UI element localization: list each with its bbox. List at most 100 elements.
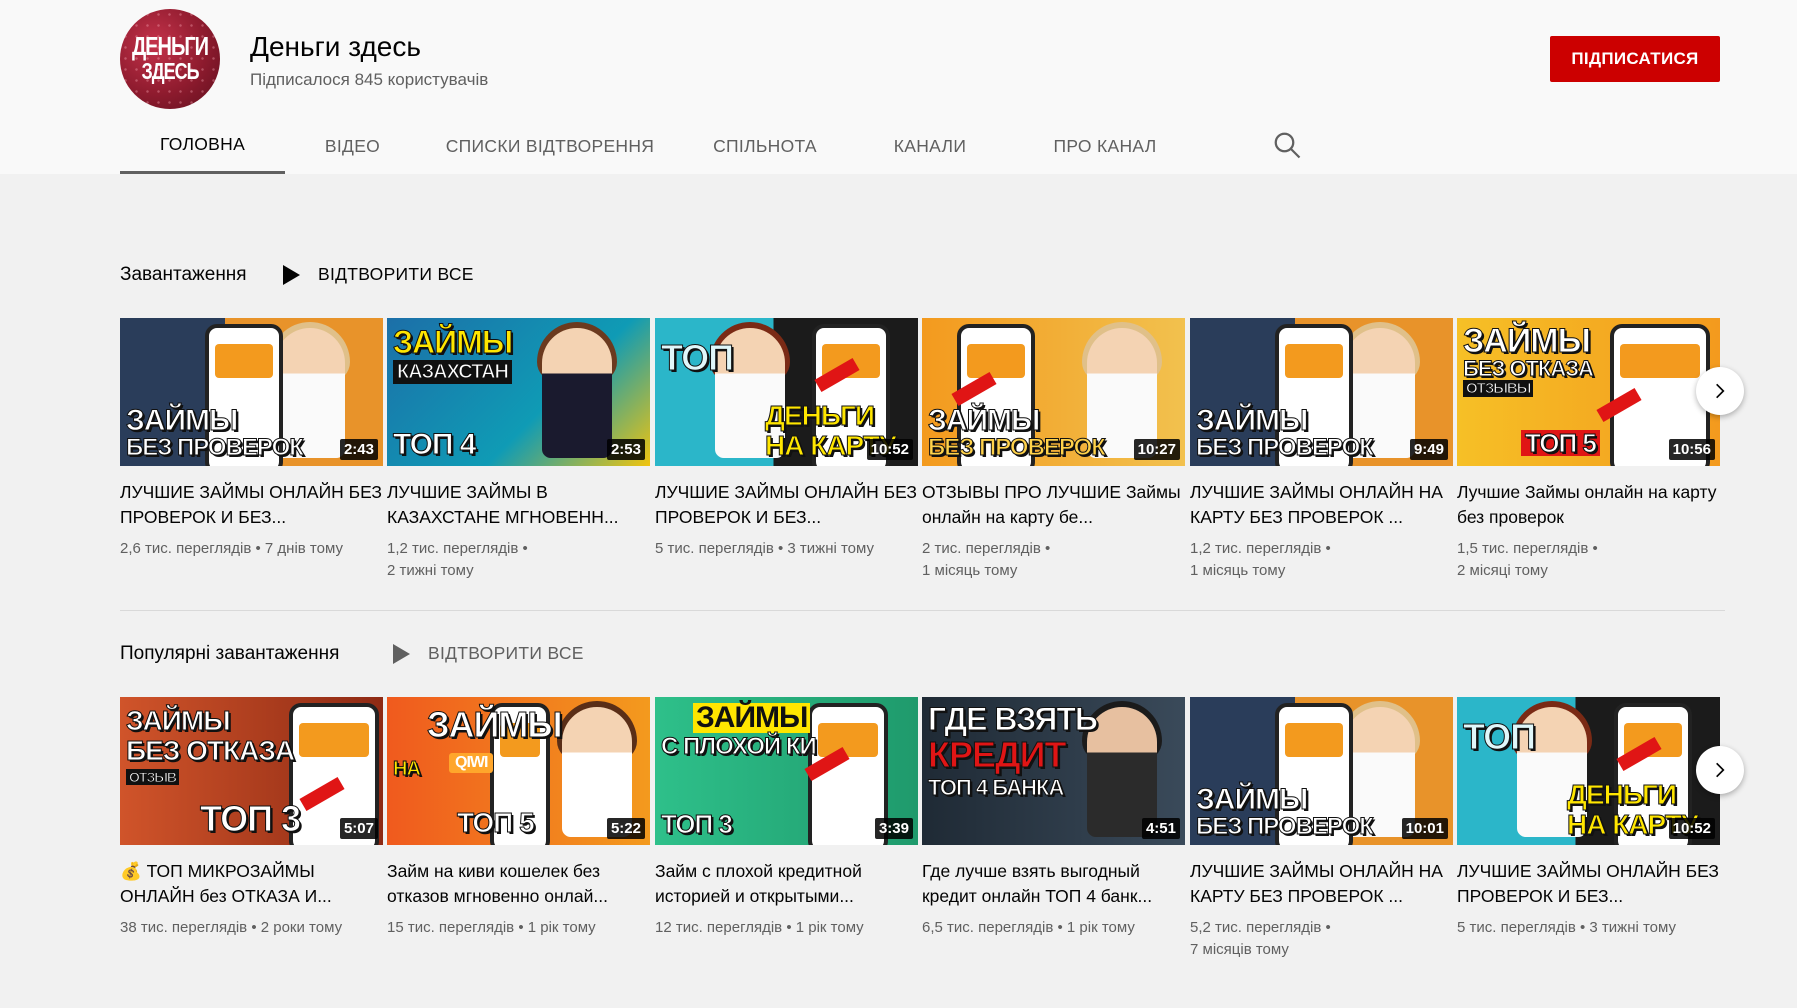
video-title[interactable]: 💰 ТОП МИКРОЗАЙМЫ ОНЛАЙН без ОТКАЗА И...: [120, 859, 383, 909]
video-duration: 3:39: [874, 818, 913, 839]
video-title[interactable]: Где лучше взять выгодный кредит онлайн Т…: [922, 859, 1185, 909]
tab-about[interactable]: ПРО КАНАЛ: [1010, 118, 1200, 174]
video-card[interactable]: ЗАЙМЫ БЕЗ ОТКАЗА ОТЗЫВ ТОП 3 5:07 💰 ТОП …: [120, 697, 383, 939]
channel-header: ДЕНЬГИ ЗДЕСЬ Деньги здесь Підписалося 84…: [0, 0, 1797, 174]
video-duration: 10:56: [1668, 439, 1715, 460]
video-card[interactable]: ЗАЙМЫ БЕЗ ОТКАЗА ОТЗЫВЫ ТОП 5 10:56 Лучш…: [1457, 318, 1720, 582]
play-all-label: ВІДТВОРИТИ ВСЕ: [318, 264, 474, 284]
video-card[interactable]: ЗАЙМЫ БЕЗ ПРОВЕРОК 9:49 ЛУЧШИЕ ЗАЙМЫ ОНЛ…: [1190, 318, 1453, 582]
tab-channels[interactable]: КАНАЛИ: [850, 118, 1010, 174]
play-all-uploads-button[interactable]: ВІДТВОРИТИ ВСЕ: [283, 264, 474, 285]
video-meta: 1,5 тис. переглядів • 2 місяці тому: [1457, 538, 1720, 582]
video-meta: 12 тис. переглядів • 1 рік тому: [655, 917, 918, 939]
video-card[interactable]: ЗАЙМЫ НА QIWI ТОП 5 5:22 Займ на киви ко…: [387, 697, 650, 939]
thumbnail-overlay-text: ТОП 3: [200, 798, 302, 839]
video-meta: 1,2 тис. переглядів • 2 тижні тому: [387, 538, 650, 582]
thumbnail-overlay-text: ЗАЙМЫ: [927, 404, 1040, 437]
video-title[interactable]: Лучшие Займы онлайн на карту без проверо…: [1457, 480, 1720, 530]
video-card[interactable]: ТОП ДЕНЬГИ НА КАРТУ 10:52 ЛУЧШИЕ ЗАЙМЫ О…: [655, 318, 918, 560]
video-duration: 10:52: [1668, 818, 1715, 839]
thumbnail-overlay-text: ЗАЙМЫ: [1195, 404, 1308, 437]
video-meta-line: 6,5 тис. переглядів • 1 рік тому: [922, 919, 1135, 936]
video-meta-line: 15 тис. переглядів • 1 рік тому: [387, 919, 596, 936]
video-duration: 10:52: [866, 439, 913, 460]
video-title[interactable]: Займ с плохой кредитной историей и откры…: [655, 859, 918, 909]
thumbnail-overlay-text: ЗАЙМЫ: [427, 704, 564, 745]
video-card[interactable]: ЗАЙМЫ БЕЗ ПРОВЕРОК 2:43 ЛУЧШИЕ ЗАЙМЫ ОНЛ…: [120, 318, 383, 560]
video-thumbnail[interactable]: ЗАЙМЫ БЕЗ ОТКАЗА ОТЗЫВЫ ТОП 5 10:56: [1457, 318, 1720, 466]
video-card[interactable]: ЗАЙМЫ С ПЛОХОЙ КИ ТОП 3 3:39 Займ с плох…: [655, 697, 918, 939]
tab-community[interactable]: СПІЛЬНОТА: [680, 118, 850, 174]
thumbnail-overlay-text: ТОП 4: [393, 428, 477, 461]
video-card[interactable]: ЗАЙМЫ КАЗАХСТАН ТОП 4 2:53 ЛУЧШИЕ ЗАЙМЫ …: [387, 318, 650, 582]
video-meta-line: 2 тис. переглядів •: [922, 540, 1051, 557]
video-title[interactable]: ОТЗЫВЫ ПРО ЛУЧШИЕ Займы онлайн на карту …: [922, 480, 1185, 530]
video-meta-line: 1,2 тис. переглядів •: [1190, 540, 1331, 557]
video-title[interactable]: ЛУЧШИЕ ЗАЙМЫ ОНЛАЙН НА КАРТУ БЕЗ ПРОВЕРО…: [1190, 859, 1453, 909]
tab-home[interactable]: ГОЛОВНА: [120, 118, 285, 174]
video-meta: 2 тис. переглядів • 1 місяць тому: [922, 538, 1185, 582]
shelf-next-button[interactable]: [1696, 746, 1744, 794]
shelf-title-popular: Популярні завантаження: [120, 643, 340, 664]
video-meta: 5,2 тис. переглядів • 7 місяців тому: [1190, 917, 1453, 961]
video-meta: 1,2 тис. переглядів • 1 місяць тому: [1190, 538, 1453, 582]
video-meta-line: 2 тижні тому: [387, 562, 474, 579]
thumbnail-overlay-text: ДЕНЬГИ: [765, 400, 876, 431]
channel-avatar[interactable]: ДЕНЬГИ ЗДЕСЬ: [120, 9, 220, 109]
thumbnail-overlay-text: ОТЗЫВЫ: [1463, 380, 1534, 397]
video-title[interactable]: ЛУЧШИЕ ЗАЙМЫ ОНЛАЙН БЕЗ ПРОВЕРОК И БЕЗ..…: [655, 480, 918, 530]
video-duration: 2:43: [339, 439, 378, 460]
thumbnail-overlay-text: ГДЕ ВЗЯТЬ: [928, 701, 1099, 737]
video-thumbnail[interactable]: ТОП ДЕНЬГИ НА КАРТУ 10:52: [1457, 697, 1720, 845]
video-meta-line: 1,5 тис. переглядів •: [1457, 540, 1598, 557]
video-meta-line: 7 місяців тому: [1190, 941, 1289, 958]
video-meta-line: 5,2 тис. переглядів •: [1190, 919, 1331, 936]
video-duration: 10:27: [1133, 439, 1180, 460]
video-card[interactable]: ЗАЙМЫ БЕЗ ПРОВЕРОК 10:27 ОТЗЫВЫ ПРО ЛУЧШ…: [922, 318, 1185, 582]
video-meta: 5 тис. переглядів • 3 тижні тому: [655, 538, 918, 560]
video-meta-line: 1 місяць тому: [1190, 562, 1286, 579]
video-card[interactable]: ЗАЙМЫ БЕЗ ПРОВЕРОК 10:01 ЛУЧШИЕ ЗАЙМЫ ОН…: [1190, 697, 1453, 961]
subscriber-count: Підписалося 845 користувачів: [250, 70, 489, 89]
play-all-popular-button[interactable]: ВІДТВОРИТИ ВСЕ: [393, 643, 584, 664]
avatar-text-line1: ДЕНЬГИ: [131, 32, 209, 62]
shelf-next-button[interactable]: [1696, 367, 1744, 415]
popular-row: ЗАЙМЫ БЕЗ ОТКАЗА ОТЗЫВ ТОП 3 5:07 💰 ТОП …: [120, 697, 1720, 958]
video-thumbnail[interactable]: ТОП ДЕНЬГИ НА КАРТУ 10:52: [655, 318, 918, 466]
tab-playlists[interactable]: СПИСКИ ВІДТВОРЕННЯ: [420, 118, 680, 174]
video-title[interactable]: ЛУЧШИЕ ЗАЙМЫ В КАЗАХСТАНЕ МГНОВЕНН...: [387, 480, 650, 530]
video-card[interactable]: ГДЕ ВЗЯТЬ КРЕДИТ ТОП 4 БАНКА 4:51 Где лу…: [922, 697, 1185, 939]
video-thumbnail[interactable]: ЗАЙМЫ БЕЗ ПРОВЕРОК 10:27: [922, 318, 1185, 466]
video-thumbnail[interactable]: ЗАЙМЫ БЕЗ ПРОВЕРОК 10:01: [1190, 697, 1453, 845]
video-meta-line: 38 тис. переглядів • 2 роки тому: [120, 919, 343, 936]
search-icon[interactable]: [1272, 130, 1302, 160]
tab-videos[interactable]: ВІДЕО: [285, 118, 420, 174]
video-thumbnail[interactable]: ЗАЙМЫ НА QIWI ТОП 5 5:22: [387, 697, 650, 845]
thumbnail-overlay-text: КРЕДИТ: [928, 734, 1068, 775]
thumbnail-overlay-text: ЗАЙМЫ: [1195, 783, 1308, 816]
video-card[interactable]: ТОП ДЕНЬГИ НА КАРТУ 10:52 ЛУЧШИЕ ЗАЙМЫ О…: [1457, 697, 1720, 939]
video-thumbnail[interactable]: ЗАЙМЫ БЕЗ ПРОВЕРОК 2:43: [120, 318, 383, 466]
video-meta-line: 2 місяці тому: [1457, 562, 1548, 579]
video-thumbnail[interactable]: ГДЕ ВЗЯТЬ КРЕДИТ ТОП 4 БАНКА 4:51: [922, 697, 1185, 845]
thumbnail-overlay-text: БЕЗ ПРОВЕРОК: [1196, 813, 1375, 840]
subscribe-button[interactable]: ПІДПИСАТИСЯ: [1550, 36, 1720, 82]
video-title[interactable]: Займ на киви кошелек без отказов мгновен…: [387, 859, 650, 909]
thumbnail-overlay-text: НА: [393, 758, 422, 780]
thumbnail-overlay-text: ТОП 5: [457, 807, 536, 838]
thumbnail-overlay-text: ТОП: [661, 337, 735, 378]
play-all-label: ВІДТВОРИТИ ВСЕ: [428, 643, 584, 663]
video-meta: 6,5 тис. переглядів • 1 рік тому: [922, 917, 1185, 939]
thumbnail-overlay-text: БЕЗ ОТКАЗА: [1463, 356, 1595, 381]
video-thumbnail[interactable]: ЗАЙМЫ БЕЗ ПРОВЕРОК 9:49: [1190, 318, 1453, 466]
video-thumbnail[interactable]: ЗАЙМЫ С ПЛОХОЙ КИ ТОП 3 3:39: [655, 697, 918, 845]
video-thumbnail[interactable]: ЗАЙМЫ КАЗАХСТАН ТОП 4 2:53: [387, 318, 650, 466]
video-meta: 5 тис. переглядів • 3 тижні тому: [1457, 917, 1720, 939]
video-title[interactable]: ЛУЧШИЕ ЗАЙМЫ ОНЛАЙН БЕЗ ПРОВЕРОК И БЕЗ..…: [120, 480, 383, 530]
video-thumbnail[interactable]: ЗАЙМЫ БЕЗ ОТКАЗА ОТЗЫВ ТОП 3 5:07: [120, 697, 383, 845]
video-duration: 10:01: [1401, 818, 1448, 839]
video-title[interactable]: ЛУЧШИЕ ЗАЙМЫ ОНЛАЙН БЕЗ ПРОВЕРОК И БЕЗ..…: [1457, 859, 1720, 909]
video-title[interactable]: ЛУЧШИЕ ЗАЙМЫ ОНЛАЙН НА КАРТУ БЕЗ ПРОВЕРО…: [1190, 480, 1453, 530]
thumbnail-overlay-text: ТОП: [1463, 716, 1537, 757]
thumbnail-overlay-text: ОТЗЫВ: [126, 769, 180, 785]
